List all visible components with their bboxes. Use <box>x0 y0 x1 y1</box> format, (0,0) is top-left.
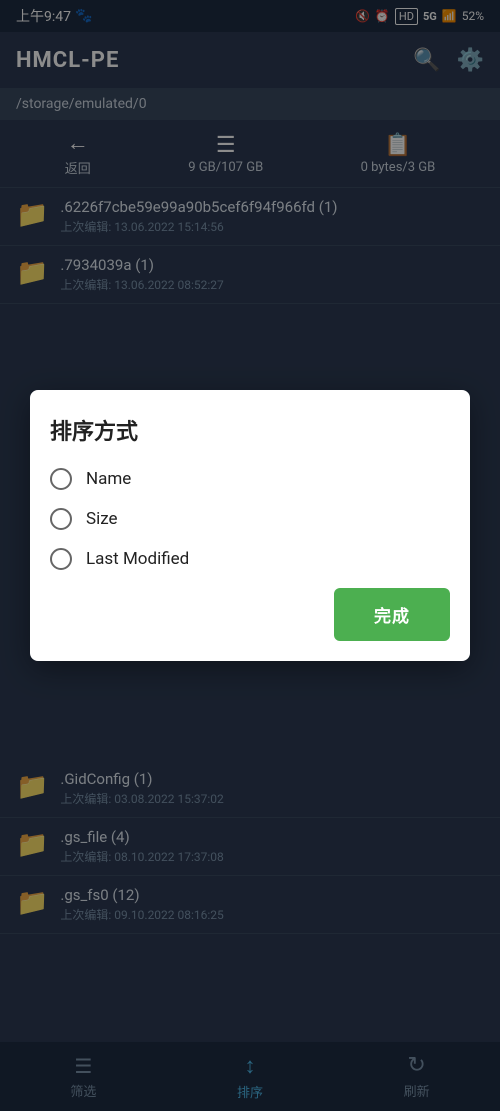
radio-label-last-modified: Last Modified <box>86 549 189 569</box>
radio-circle-last-modified <box>50 548 72 570</box>
dialog-footer: 完成 <box>50 588 450 641</box>
dialog-title: 排序方式 <box>50 414 450 446</box>
radio-option-name[interactable]: Name <box>50 468 450 490</box>
sort-dialog: 排序方式 Name Size Last Modified 完成 <box>30 390 470 661</box>
radio-option-last-modified[interactable]: Last Modified <box>50 548 450 570</box>
radio-option-size[interactable]: Size <box>50 508 450 530</box>
done-button[interactable]: 完成 <box>334 588 450 641</box>
radio-circle-name <box>50 468 72 490</box>
radio-label-size: Size <box>86 509 118 529</box>
radio-label-name: Name <box>86 469 131 489</box>
radio-circle-size <box>50 508 72 530</box>
